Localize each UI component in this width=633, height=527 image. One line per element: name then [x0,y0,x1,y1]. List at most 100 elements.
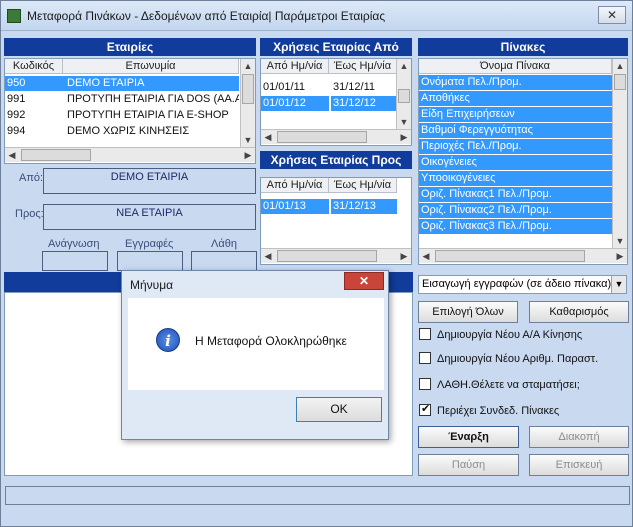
company-name[interactable]: ΠΡΟΤΥΠΗ ΕΤΑΙΡΙΑ ΓΙΑ E-SHOP [65,108,239,123]
new-aa-checkbox[interactable]: Δημιουργία Νέου Α/Α Κίνησης [419,328,582,341]
uses-to-hscroll[interactable]: ◀ ▶ [261,248,411,263]
companies-hscroll[interactable]: ◀ ▶ [5,147,255,162]
scroll-up-icon[interactable]: ▲ [397,59,411,73]
mode-select-value: Εισαγωγή εγγραφών (σε άδειο πίνακα) [422,278,612,290]
company-code[interactable]: 994 [5,124,63,139]
scroll-right-icon[interactable]: ▶ [613,249,627,263]
tables-vscroll[interactable]: ▲ ▼ [612,59,627,248]
scroll-thumb[interactable] [614,74,626,90]
clear-button[interactable]: Καθαρισμός [529,301,629,323]
scroll-right-icon[interactable]: ▶ [241,148,255,162]
company-code[interactable]: 991 [5,92,63,107]
new-doc-checkbox[interactable]: Δημιουργία Νέου Αριθμ. Παραστ. [419,352,599,365]
uses-from-header: Χρήσεις Εταιρίας Από [260,38,412,56]
stop-on-error-label: ΛΑΘΗ.Θέλετε να σταματήσει; [437,379,580,391]
ok-button[interactable]: OK [296,397,382,422]
companies-header: Εταιρίες [4,38,256,56]
companies-grid[interactable]: Κωδικός Επωνυμία 950 DEMO ΕΤΑΙΡΙΑ 991 ΠΡ… [4,58,256,164]
uses-from-date[interactable]: 01/01/11 [261,80,329,95]
scroll-down-icon[interactable]: ▼ [241,133,255,147]
scroll-up-icon[interactable]: ▲ [613,59,627,73]
scroll-left-icon[interactable]: ◀ [419,249,433,263]
main-window: Μεταφορά Πινάκων - Δεδομένων από Εταιρία… [0,0,633,527]
app-icon [7,9,21,23]
scroll-thumb[interactable] [277,131,367,143]
table-row[interactable]: Βαθμοί Φερεγγυότητας [419,123,612,138]
scroll-right-icon[interactable]: ▶ [397,130,411,144]
company-name[interactable]: DEMO ΧΩΡΙΣ ΚΙΝΗΣΕΙΣ [65,124,239,139]
table-row[interactable]: Οικογένειες [419,155,612,170]
tables-hscroll[interactable]: ◀ ▶ [419,248,627,263]
scroll-left-icon[interactable]: ◀ [261,249,275,263]
table-row[interactable]: Οριζ. Πίνακας2 Πελ./Προμ. [419,203,612,218]
resume-button[interactable]: Επισκευή [529,454,629,476]
title-bar: Μεταφορά Πινάκων - Δεδομένων από Εταιρία… [1,1,632,31]
checkbox-box[interactable] [419,402,431,417]
stop-button[interactable]: Διακοπή [529,426,629,448]
window-close-button[interactable]: ✕ [598,6,626,24]
table-row[interactable]: Ονόματα Πελ./Προμ. [419,75,612,90]
new-doc-label: Δημιουργία Νέου Αριθμ. Παραστ. [437,353,599,365]
table-row[interactable]: Είδη Επιχειρήσεων [419,107,612,122]
scroll-thumb[interactable] [21,149,91,161]
uses-from-vscroll[interactable]: ▲ ▼ [396,59,411,129]
company-name[interactable]: ΠΡΟΤΥΠΗ ΕΤΑΙΡΙΑ ΓΙΑ DOS (ΑΑ.ΑΑ [65,92,239,107]
scroll-right-icon[interactable]: ▶ [397,249,411,263]
uses-to-col-to[interactable]: Έως Ημ/νία [329,178,397,193]
status-bar [5,486,630,505]
scroll-thumb[interactable] [398,89,410,103]
table-row[interactable]: Οριζ. Πίνακας1 Πελ./Προμ. [419,187,612,202]
start-button[interactable]: Έναρξη [418,426,519,448]
read-count-field [42,251,108,271]
uses-from-col-to[interactable]: Έως Ημ/νία [329,59,397,74]
checkbox-box[interactable] [419,378,431,391]
uses-from-date[interactable]: 01/01/12 [261,96,329,111]
table-row[interactable]: Περιοχές Πελ./Προμ. [419,139,612,154]
pause-button[interactable]: Παύση [418,454,519,476]
stop-on-error-checkbox[interactable]: ΛΑΘΗ.Θέλετε να σταματήσει; [419,378,580,391]
chevron-down-icon[interactable]: ▼ [611,276,626,293]
dialog-message: Η Μεταφορά Ολοκληρώθηκε [195,334,347,348]
uses-to-header: Χρήσεις Εταιρίας Προς [260,151,412,169]
uses-to-grid[interactable]: Από Ημ/νία Έως Ημ/νία 01/01/13 31/12/13 … [260,177,412,265]
companies-col-name[interactable]: Επωνυμία [63,59,239,74]
checkbox-box[interactable] [419,328,431,341]
dialog-close-button[interactable]: ✕ [344,272,384,290]
checkbox-box[interactable] [419,352,431,365]
uses-to-date[interactable]: 31/12/12 [331,96,397,111]
company-code[interactable]: 992 [5,108,63,123]
uses-from-col-from[interactable]: Από Ημ/νία [261,59,329,74]
written-count-field [117,251,183,271]
select-all-button[interactable]: Επιλογή Όλων [418,301,518,323]
uses-to-col-from[interactable]: Από Ημ/νία [261,178,329,193]
scroll-thumb[interactable] [277,250,377,262]
scroll-left-icon[interactable]: ◀ [5,148,19,162]
uses-to-date[interactable]: 31/12/13 [331,199,397,214]
message-dialog: Μήνυμα ✕ i Η Μεταφορά Ολοκληρώθηκε OK [121,270,389,440]
to-company-field: ΝΕΑ ΕΤΑΙΡΙΑ [43,204,256,230]
tables-grid[interactable]: Όνομα Πίνακα Ονόματα Πελ./Προμ. Αποθήκες… [418,58,628,265]
scroll-down-icon[interactable]: ▼ [397,115,411,129]
linked-tables-label: Περιέχει Συνδεδ. Πίνακες [437,405,560,417]
scroll-left-icon[interactable]: ◀ [261,130,275,144]
linked-tables-checkbox[interactable]: Περιέχει Συνδεδ. Πίνακες [419,402,560,417]
tables-col-name[interactable]: Όνομα Πίνακα [419,59,612,74]
read-count-label: Ανάγνωση [48,238,100,250]
table-row[interactable]: Αποθήκες [419,91,612,106]
errors-count-field [191,251,257,271]
scroll-up-icon[interactable]: ▲ [241,59,255,73]
table-row[interactable]: Υποοικογένειες [419,171,612,186]
scroll-thumb[interactable] [435,250,585,262]
uses-from-date[interactable]: 01/01/13 [261,199,329,214]
scroll-thumb[interactable] [242,74,254,104]
scroll-down-icon[interactable]: ▼ [613,234,627,248]
uses-from-hscroll[interactable]: ◀ ▶ [261,129,411,144]
companies-col-code[interactable]: Κωδικός [5,59,63,74]
from-label: Από: [19,172,44,184]
uses-from-grid[interactable]: Από Ημ/νία Έως Ημ/νία 01/01/11 31/12/11 … [260,58,412,146]
companies-vscroll[interactable]: ▲ ▼ [240,59,255,147]
dialog-body: i Η Μεταφορά Ολοκληρώθηκε [128,298,384,390]
mode-select[interactable]: Εισαγωγή εγγραφών (σε άδειο πίνακα) ▼ [418,275,627,294]
table-row[interactable]: Οριζ. Πίνακας3 Πελ./Προμ. [419,219,612,234]
uses-to-date[interactable]: 31/12/11 [331,80,397,95]
